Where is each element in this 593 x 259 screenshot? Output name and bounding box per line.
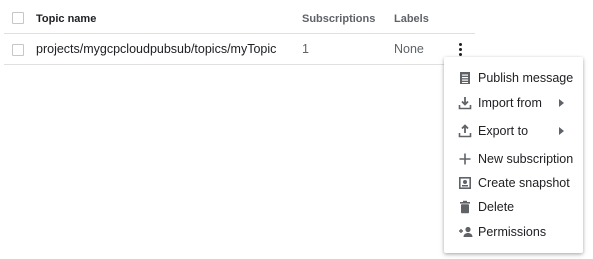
menu-item-export-to[interactable]: Export to bbox=[444, 120, 583, 142]
submenu-arrow-icon bbox=[559, 99, 564, 107]
menu-item-new-subscription[interactable]: New subscription bbox=[444, 148, 583, 170]
column-header-topic-name[interactable]: Topic name bbox=[36, 4, 96, 33]
row-checkbox[interactable] bbox=[12, 44, 24, 56]
menu-item-label: Permissions bbox=[478, 225, 547, 239]
menu-item-label: Delete bbox=[478, 200, 515, 214]
export-icon bbox=[458, 124, 472, 138]
column-header-labels[interactable]: Labels bbox=[394, 4, 429, 33]
menu-item-import-from[interactable]: Import from bbox=[444, 92, 583, 114]
menu-item-label: New subscription bbox=[478, 152, 574, 166]
column-header-subscriptions[interactable]: Subscriptions bbox=[302, 4, 375, 33]
menu-item-create-snapshot[interactable]: Create snapshot bbox=[444, 172, 583, 194]
topics-page: Topic name Subscriptions Labels projects… bbox=[0, 0, 593, 259]
publish-icon bbox=[460, 72, 470, 84]
menu-item-label: Export to bbox=[478, 124, 529, 138]
menu-item-label: Publish message bbox=[478, 71, 574, 85]
menu-item-delete[interactable]: Delete bbox=[444, 196, 583, 218]
menu-item-label: Import from bbox=[478, 96, 542, 110]
table-header-row: Topic name Subscriptions Labels bbox=[4, 4, 475, 34]
topic-name-link[interactable]: projects/mygcpcloudpubsub/topics/myTopic bbox=[36, 34, 276, 64]
menu-item-permissions[interactable]: Permissions bbox=[444, 221, 583, 243]
select-all-checkbox[interactable] bbox=[12, 12, 24, 24]
plus-icon bbox=[459, 153, 471, 165]
submenu-arrow-icon bbox=[559, 127, 564, 135]
add-person-icon bbox=[459, 226, 473, 237]
table-row[interactable]: projects/mygcpcloudpubsub/topics/myTopic… bbox=[4, 34, 475, 65]
trash-icon bbox=[460, 200, 470, 214]
labels-value: None bbox=[394, 42, 424, 56]
menu-item-publish-message[interactable]: Publish message bbox=[444, 67, 583, 89]
topic-actions-menu: Publish message Import from Export to Ne… bbox=[444, 57, 583, 253]
import-icon bbox=[458, 97, 472, 110]
menu-item-label: Create snapshot bbox=[478, 176, 570, 190]
topics-table: Topic name Subscriptions Labels projects… bbox=[4, 4, 475, 65]
subscriptions-count: 1 bbox=[302, 42, 309, 56]
snapshot-icon bbox=[458, 176, 471, 189]
